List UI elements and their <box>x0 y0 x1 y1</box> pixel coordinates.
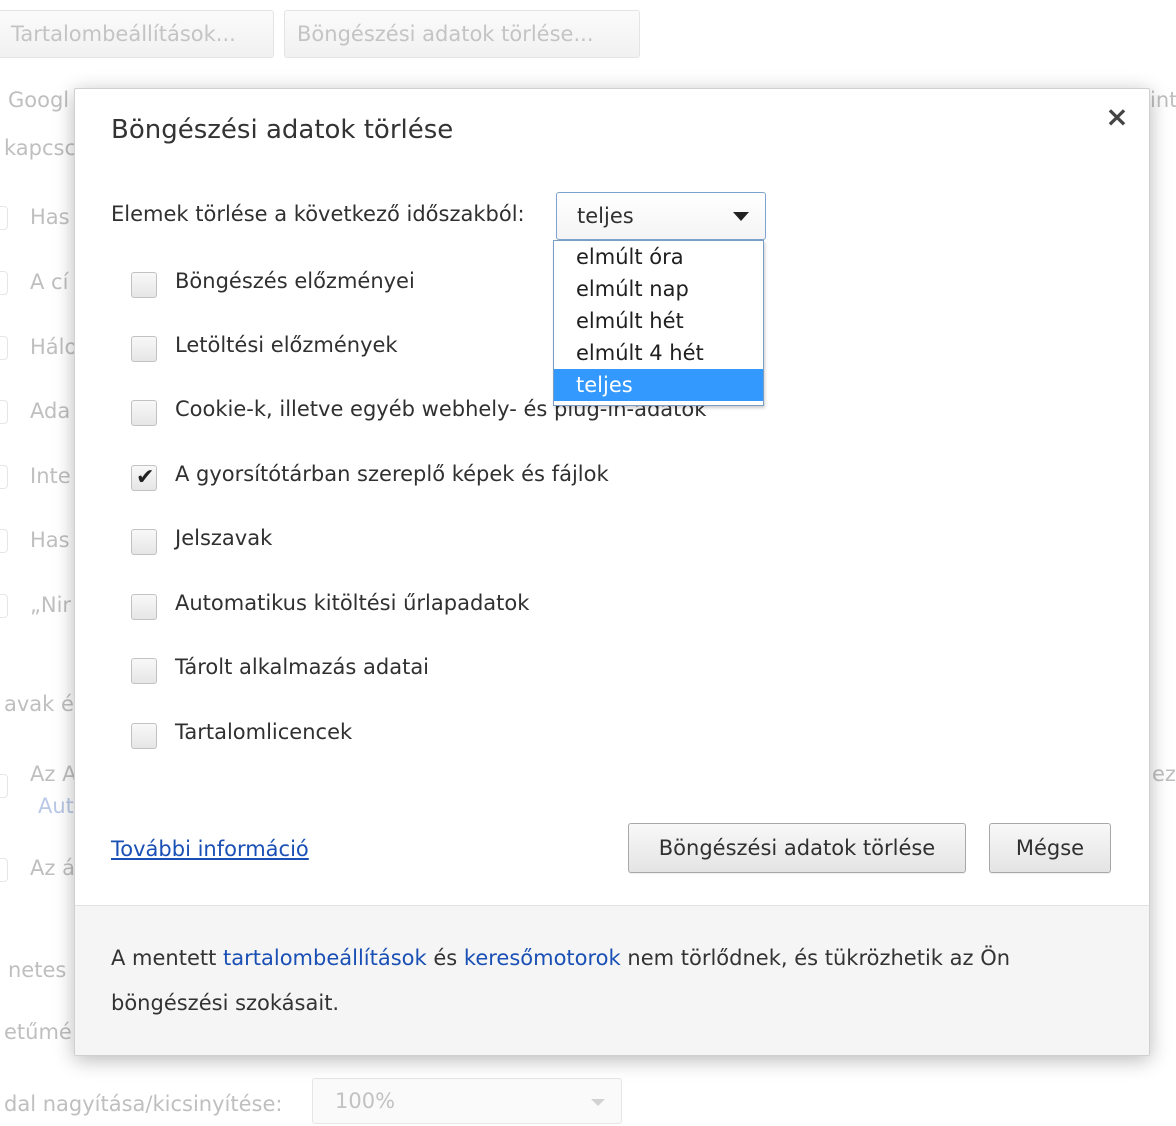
dropdown-option[interactable]: elmúlt hét <box>554 305 763 337</box>
footer-note: A mentett tartalombeállítások és keresőm… <box>111 936 1101 1026</box>
bg-text-row5: Inte <box>30 464 71 488</box>
bg-checkbox[interactable] <box>0 206 8 230</box>
bg-link-aut[interactable]: Aut <box>38 794 74 818</box>
checkbox[interactable] <box>131 658 157 684</box>
checkbox[interactable] <box>131 594 157 620</box>
footer-text: A mentett <box>111 946 224 970</box>
bg-checkbox[interactable] <box>0 858 8 882</box>
search-engines-link[interactable]: keresőmotorok <box>464 946 621 970</box>
zoom-value: 100% <box>335 1089 396 1113</box>
checkbox-checked[interactable]: ✔ <box>131 465 157 491</box>
checkmark-icon: ✔ <box>136 465 155 490</box>
checkbox[interactable] <box>131 272 157 298</box>
dialog-footer: A mentett tartalombeállítások és keresőm… <box>75 905 1149 1055</box>
bg-text-betume: etűmé <box>4 1020 72 1044</box>
dropdown-option[interactable]: elmúlt óra <box>554 241 763 273</box>
period-select-value: teljes <box>577 204 634 228</box>
bg-checkbox[interactable] <box>0 529 8 553</box>
bg-checkbox[interactable] <box>0 271 8 295</box>
checkbox[interactable] <box>131 400 157 426</box>
period-label: Elemek törlése a következő időszakból: <box>111 202 525 226</box>
cancel-button[interactable]: Mégse <box>989 823 1111 873</box>
close-icon[interactable]: × <box>1103 103 1131 131</box>
period-dropdown-list: elmúlt óra elmúlt nap elmúlt hét elmúlt … <box>553 240 764 406</box>
dropdown-option-selected[interactable]: teljes <box>554 369 763 401</box>
option-label: Tartalomlicencek <box>175 720 353 744</box>
checkbox[interactable] <box>131 529 157 555</box>
period-select[interactable]: teljes <box>556 192 766 240</box>
bg-checkbox[interactable] <box>0 400 8 424</box>
dropdown-option[interactable]: elmúlt nap <box>554 273 763 305</box>
bg-text-row1: Has <box>30 205 70 229</box>
checkbox[interactable] <box>131 723 157 749</box>
bg-text-row3: Hálo <box>30 335 78 359</box>
bg-checkbox[interactable] <box>0 774 8 798</box>
bg-text-int: int <box>1150 88 1176 112</box>
dialog-title: Böngészési adatok törlése <box>111 115 454 145</box>
settings-page: Tartalombeállítások... Böngészési adatok… <box>0 0 1176 1126</box>
option-label: Böngészés előzményei <box>175 269 415 293</box>
bg-text-kapcs: kapcsc <box>4 136 77 160</box>
zoom-label: dal nagyítása/kicsinyítése: <box>4 1092 283 1116</box>
option-label: A gyorsítótárban szereplő képek és fájlo… <box>175 462 609 486</box>
bg-text-passwords: avak é <box>4 692 74 716</box>
bg-text-row6: Has <box>30 528 70 552</box>
clear-data-button[interactable]: Böngészési adatok törlése <box>628 823 966 873</box>
checkbox[interactable] <box>131 336 157 362</box>
option-label: Automatikus kitöltési űrlapadatok <box>175 591 530 615</box>
chevron-down-icon <box>591 1099 605 1106</box>
chevron-down-icon <box>733 212 749 221</box>
bg-text-az1: Az A <box>30 762 77 786</box>
option-label: Jelszavak <box>175 526 273 550</box>
option-label: Tárolt alkalmazás adatai <box>175 655 430 679</box>
dropdown-option[interactable]: elmúlt 4 hét <box>554 337 763 369</box>
bg-text-row7: „Nir <box>30 593 72 617</box>
bg-text-google: Googl <box>8 88 70 112</box>
content-settings-link[interactable]: tartalombeállítások <box>223 946 427 970</box>
bg-text-az2: Az á <box>30 856 75 880</box>
more-info-link[interactable]: További információ <box>111 837 309 861</box>
bg-text-row2: A cí <box>30 270 69 294</box>
bg-checkbox[interactable] <box>0 594 8 618</box>
bg-text-row4: Ada <box>30 399 71 423</box>
option-label: Letöltési előzmények <box>175 333 398 357</box>
bg-checkbox[interactable] <box>0 336 8 360</box>
bg-text-netes: netes <box>8 958 67 982</box>
footer-text: és <box>426 946 464 970</box>
zoom-select[interactable]: 100% <box>312 1078 622 1124</box>
content-settings-button[interactable]: Tartalombeállítások... <box>0 10 274 58</box>
bg-checkbox[interactable] <box>0 465 8 489</box>
clear-browsing-data-button[interactable]: Böngészési adatok törlése... <box>284 10 640 58</box>
bg-text-ez: ez <box>1152 762 1176 786</box>
clear-browsing-data-dialog: Böngészési adatok törlése × Elemek törlé… <box>74 88 1150 1056</box>
